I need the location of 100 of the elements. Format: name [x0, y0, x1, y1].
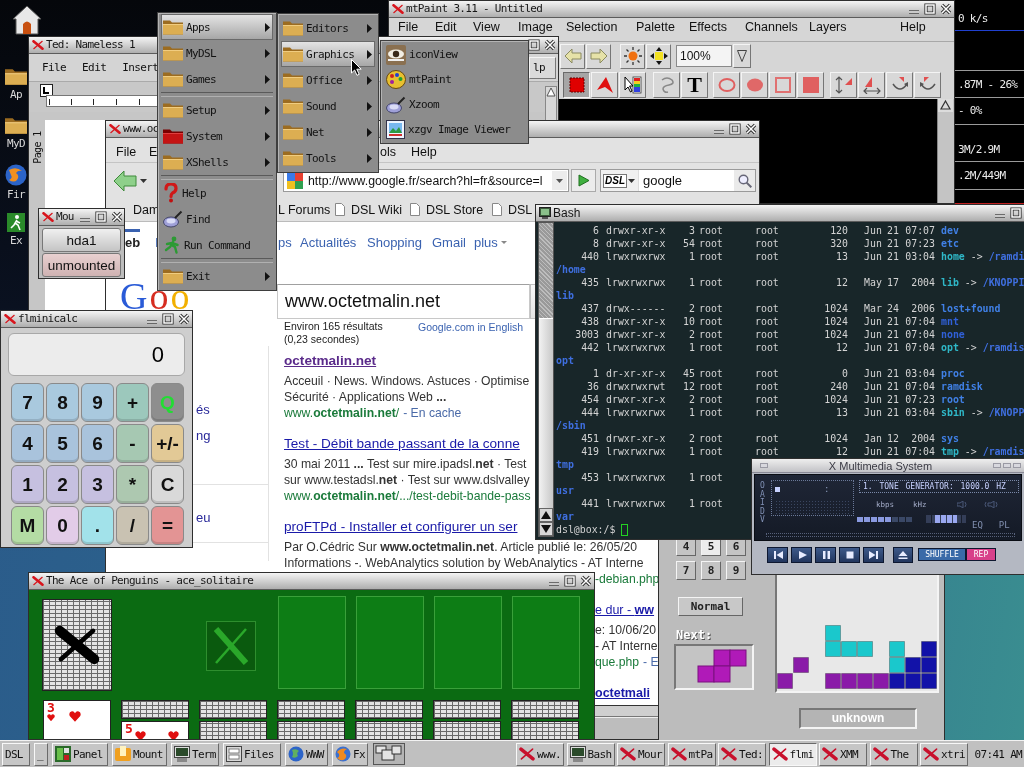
menu-item[interactable]: Help	[411, 144, 437, 159]
launcher-button[interactable]: Files	[223, 742, 281, 766]
menu-item[interactable]: Sound	[281, 93, 375, 119]
launcher-button[interactable]: Term	[171, 742, 219, 766]
help-menu-button[interactable]: lp	[529, 56, 556, 79]
close-button[interactable]	[109, 210, 124, 224]
menu-item[interactable]: Channels	[745, 19, 798, 34]
card-back[interactable]	[199, 700, 267, 719]
menu-item[interactable]: ols	[380, 144, 396, 159]
playing-card[interactable]: 5	[121, 721, 189, 739]
maximize-button[interactable]	[563, 574, 577, 588]
menu-item[interactable]: Find	[161, 206, 273, 232]
task-button[interactable]: mtPa	[667, 742, 716, 766]
bookmark[interactable]: L Forums	[278, 202, 331, 217]
stop-button[interactable]	[839, 546, 860, 563]
menu-item[interactable]: iconView	[384, 42, 525, 67]
speed-button[interactable]: Normal	[678, 597, 743, 616]
keypad-key[interactable]: 7	[676, 561, 696, 580]
calculator-key[interactable]: 6	[81, 424, 114, 463]
keypad-key[interactable]: 9	[726, 561, 746, 580]
task-button[interactable]: XMM	[819, 742, 868, 766]
cache-link[interactable]: - E	[643, 654, 659, 670]
menu-item[interactable]: mtPaint	[384, 67, 525, 92]
menu-item[interactable]: Run Command	[161, 232, 273, 258]
scroll-down-button[interactable]	[539, 522, 553, 536]
launcher-button[interactable]: Mount	[112, 742, 167, 766]
maximize-button[interactable]	[728, 122, 742, 136]
calculator-key[interactable]: 9	[81, 383, 114, 422]
card-back[interactable]	[121, 700, 189, 719]
device-button[interactable]: hda1	[42, 228, 121, 252]
calculator-key[interactable]: 5	[46, 424, 79, 463]
menu-item[interactable]: Image	[518, 19, 553, 34]
task-button[interactable]: www.	[516, 742, 565, 766]
search-field[interactable]: DSL google	[600, 169, 756, 192]
calculator-key[interactable]: /	[116, 506, 149, 545]
lasso-tool-button[interactable]	[653, 71, 680, 98]
desktop-icon-label[interactable]: Ap	[10, 89, 22, 101]
calculator-key[interactable]: 2	[46, 465, 79, 504]
mount-status-button[interactable]: unmounted	[42, 253, 121, 277]
menu-item[interactable]: View	[473, 19, 500, 34]
desktop-icon-label[interactable]: Fir	[7, 189, 25, 201]
close-button[interactable]	[744, 122, 758, 136]
calculator-key[interactable]: 0	[46, 506, 79, 545]
nav-link[interactable]: plus	[474, 228, 507, 250]
go-button[interactable]	[571, 169, 596, 192]
task-button[interactable]: The	[869, 742, 918, 766]
query-field[interactable]: www.octetmalin.net	[277, 284, 530, 319]
menu-item[interactable]: Tools	[281, 145, 375, 171]
sidebar-link[interactable]: eu	[196, 510, 211, 526]
scroll-up-button[interactable]	[539, 508, 553, 522]
menu-item[interactable]: Selection	[566, 19, 618, 34]
search-engine-button[interactable]: DSL	[601, 170, 639, 191]
result-title-link[interactable]: Test - Débit bande passant de la conne	[284, 434, 520, 454]
result-title-link[interactable]: octetmali	[595, 683, 650, 703]
language-link[interactable]: Google.com in English	[418, 321, 524, 334]
zoom-field[interactable]: 100%	[676, 45, 732, 67]
card-back[interactable]	[511, 721, 579, 739]
menu-item[interactable]: Effects	[689, 19, 727, 34]
menu-item[interactable]: Apps	[161, 14, 273, 40]
card-back[interactable]	[277, 700, 345, 719]
rotate-left-tool-button[interactable]	[914, 71, 941, 98]
nav-link[interactable]: Shopping	[367, 228, 422, 250]
playlist-toggle[interactable]: PL	[998, 520, 1010, 532]
menu-item[interactable]: Setup	[161, 97, 273, 123]
sidebar-link[interactable]: ng	[196, 428, 211, 444]
bookmark[interactable]: DSL Wiki	[335, 202, 402, 217]
equalizer-toggle[interactable]: EQ	[972, 520, 983, 532]
menu-item[interactable]: Edit	[82, 61, 107, 74]
task-button[interactable]: Bash	[566, 742, 615, 766]
menu-item[interactable]: Help	[900, 19, 926, 34]
close-button[interactable]	[177, 312, 191, 326]
start-button[interactable]: DSL	[2, 742, 30, 766]
menu-item[interactable]: Editors	[281, 15, 375, 41]
calculator-key[interactable]: *	[116, 465, 149, 504]
calculator-key[interactable]: 4	[11, 424, 44, 463]
shuffle-button[interactable]: SHUFFLE	[918, 548, 966, 561]
launcher-button[interactable]: Fx	[332, 742, 368, 766]
task-button[interactable]: xtri	[920, 742, 969, 766]
filled-rectangle-tool-button[interactable]	[797, 71, 824, 98]
menu-item[interactable]: Office	[281, 67, 375, 93]
menu-item[interactable]: Layers	[809, 19, 847, 34]
menu-item[interactable]: XShells	[161, 149, 273, 175]
maximize-button[interactable]	[93, 210, 108, 224]
card-back[interactable]	[433, 700, 501, 719]
close-button[interactable]	[939, 2, 953, 16]
calculator-key[interactable]: =	[151, 506, 184, 545]
menu-item[interactable]: Net	[281, 119, 375, 145]
maximize-button[interactable]	[527, 38, 541, 52]
close-button[interactable]	[579, 574, 593, 588]
scrollbar-thumb[interactable]	[539, 318, 553, 508]
maximize-button[interactable]	[923, 2, 937, 16]
calculator-key[interactable]: -	[116, 424, 149, 463]
card-back[interactable]	[277, 721, 345, 739]
maximize-button[interactable]	[161, 312, 175, 326]
url-field[interactable]: http://www.google.fr/search?hl=fr&source=l	[283, 169, 569, 192]
rotate-right-tool-button[interactable]	[886, 71, 913, 98]
flip-horizontal-tool-button[interactable]	[858, 71, 885, 98]
calculator-key[interactable]: .	[81, 506, 114, 545]
rect-select-tool-button[interactable]	[563, 71, 590, 98]
desktop-icon-label[interactable]: MyD	[7, 138, 25, 150]
